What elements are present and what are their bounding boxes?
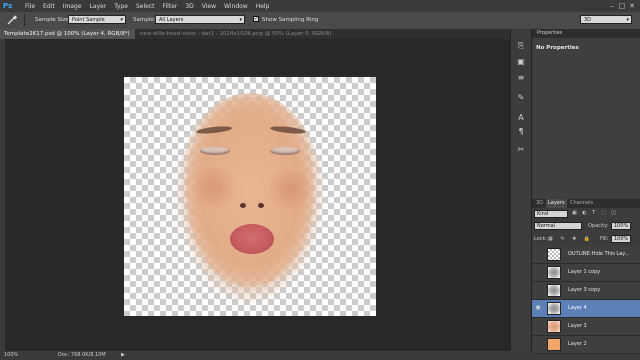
layer-name: Layer 3 copy <box>568 287 601 293</box>
paragraph-icon[interactable]: ¶ <box>516 127 526 137</box>
layer-thumbnail <box>547 266 561 279</box>
nostril-right <box>258 203 264 208</box>
menu-edit[interactable]: Edit <box>43 3 55 10</box>
layer-name: Layer 3 <box>568 323 587 329</box>
visibility-eye-icon[interactable] <box>533 285 543 295</box>
layer-name: Layer 1 copy <box>568 269 601 275</box>
status-menu-arrow[interactable]: ▶ <box>121 351 125 360</box>
maximize-button[interactable]: □ <box>617 2 627 10</box>
right-panels: Properties No Properties 3D Layers Chann… <box>531 29 640 354</box>
layer-thumbnail <box>547 338 561 351</box>
options-bar: Sample Size: Point Sample ▾ Sample: All L… <box>0 12 640 30</box>
options-divider <box>24 14 25 26</box>
visibility-eye-icon[interactable]: ◉ <box>533 303 543 313</box>
minimize-button[interactable]: – <box>607 2 617 10</box>
zoom-level[interactable]: 100% <box>4 351 18 360</box>
brush-icon[interactable]: ✎ <box>516 93 526 103</box>
layer-name: Layer 2 <box>568 341 587 347</box>
layers-panel-tabs: 3D Layers Channels <box>532 199 640 208</box>
layer-name: Layer 4 <box>568 305 587 311</box>
layer-thumbnail <box>547 284 561 297</box>
adjustments-icon[interactable]: ≡ <box>516 73 526 83</box>
menu-file[interactable]: File <box>25 3 35 10</box>
layer-row[interactable]: Layer 1 copy <box>532 264 640 282</box>
menu-select[interactable]: Select <box>136 3 155 10</box>
cheek-freckles-right <box>264 169 316 209</box>
layer-thumbnail <box>547 302 561 315</box>
menu-view[interactable]: View <box>202 3 216 10</box>
layer-name: OUTLINE-Hide This Lay... <box>568 251 630 257</box>
show-sampling-ring-checkbox[interactable]: ✓ <box>253 16 259 22</box>
opacity-label: Opacity: <box>588 223 609 229</box>
menu-type[interactable]: Type <box>114 3 128 10</box>
workspace-select[interactable]: 3D ▾ <box>580 15 632 24</box>
chevron-down-icon: ▾ <box>239 17 242 23</box>
layer-thumbnail <box>547 248 561 261</box>
sample-size-select[interactable]: Point Sample ▾ <box>68 15 126 24</box>
document-canvas[interactable] <box>124 77 376 316</box>
layer-row[interactable]: Layer 3 <box>532 318 640 336</box>
menu-3d[interactable]: 3D <box>185 3 193 10</box>
sample-label: Sample: <box>133 17 156 23</box>
chevron-down-icon: ▾ <box>120 17 123 23</box>
layer-filter-icons[interactable]: ▣ ◐ T ⬚ ◫ <box>572 210 618 216</box>
eye-left <box>200 147 230 155</box>
layer-filter-kind[interactable]: Kind <box>534 210 568 218</box>
cheek-freckles-left <box>188 167 240 207</box>
no-properties-text: No Properties <box>536 45 579 51</box>
sample-select[interactable]: All Layers ▾ <box>155 15 245 24</box>
layer-thumbnail <box>547 320 561 333</box>
menu-filter[interactable]: Filter <box>163 3 178 10</box>
lock-label: Lock: <box>534 236 548 242</box>
eyedropper-icon[interactable] <box>6 15 18 25</box>
tab-properties[interactable]: Properties <box>532 29 640 38</box>
fill-field[interactable]: 100% <box>611 235 631 243</box>
properties-panel: No Properties <box>532 38 640 198</box>
layer-row[interactable]: ◉ Layer 4 <box>532 300 640 318</box>
blend-mode-select[interactable]: Normal <box>534 222 582 230</box>
tool-presets-icon[interactable]: ✂ <box>516 145 526 155</box>
sample-size-label: Sample Size: <box>35 17 71 23</box>
tab-layers[interactable]: Layers <box>546 199 567 208</box>
properties-icon[interactable]: ▣ <box>516 57 526 67</box>
visibility-eye-icon[interactable] <box>533 267 543 277</box>
tab-channels[interactable]: Channels <box>568 199 595 208</box>
show-sampling-ring-label: Show Sampling Ring <box>262 17 319 23</box>
panel-icon-dock: ⎘ ▣ ≡ ✎ A ¶ ✂ <box>510 29 531 351</box>
app-logo: Ps <box>3 2 13 10</box>
fill-label: Fill: <box>600 236 609 242</box>
visibility-eye-icon[interactable] <box>533 249 543 259</box>
menu-bar: Ps File Edit Image Layer Type Select Fil… <box>0 0 640 12</box>
visibility-eye-icon[interactable] <box>533 321 543 331</box>
document-tab-bar: Template2K17.psd @ 100% (Layer 4, RGB/8*… <box>0 29 510 47</box>
character-icon[interactable]: A <box>516 113 526 123</box>
chevron-down-icon: ▾ <box>626 17 629 23</box>
lock-icons[interactable]: ▦ ✎ ✥ 🔒 <box>548 236 593 242</box>
layer-row[interactable]: Layer 2 <box>532 336 640 354</box>
nostril-left <box>240 203 246 208</box>
tab-ellie-head[interactable]: new-ellie-head-color - dat1 - 1024x1024.… <box>136 29 336 47</box>
visibility-eye-icon[interactable] <box>533 339 543 349</box>
tab-template2k17[interactable]: Template2K17.psd @ 100% (Layer 4, RGB/8*… <box>0 29 135 47</box>
menu-layer[interactable]: Layer <box>89 3 106 10</box>
history-icon[interactable]: ⎘ <box>516 41 526 51</box>
menu-window[interactable]: Window <box>224 3 248 10</box>
opacity-field[interactable]: 100% <box>611 222 631 230</box>
layer-row[interactable]: OUTLINE-Hide This Lay... <box>532 246 640 264</box>
close-button[interactable]: ✕ <box>627 2 637 10</box>
layer-row[interactable]: Layer 3 copy <box>532 282 640 300</box>
eye-right <box>270 147 300 155</box>
menu-image[interactable]: Image <box>63 3 82 10</box>
menu-help[interactable]: Help <box>256 3 270 10</box>
doc-size: Doc: 768.0K/8.10M <box>58 352 106 358</box>
lips <box>230 224 274 254</box>
tab-3d[interactable]: 3D <box>534 199 545 208</box>
